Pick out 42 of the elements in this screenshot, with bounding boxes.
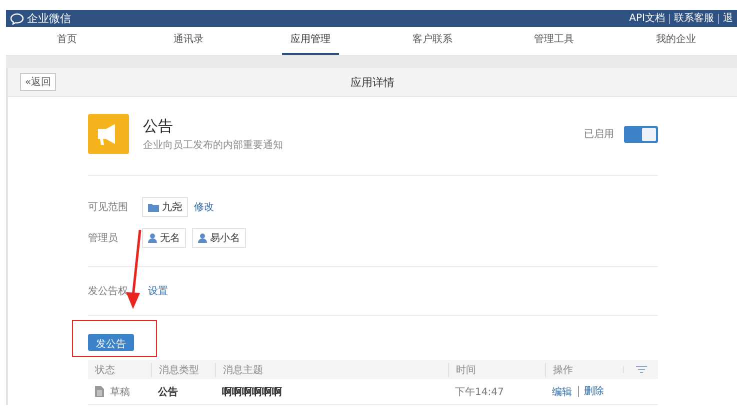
- table-cell-text: 下午14:47: [454, 386, 505, 398]
- back-button[interactable]: «返回: [20, 73, 56, 91]
- tag-chip: 易小名: [192, 228, 246, 248]
- table-cell-text: 啊啊啊啊啊啊: [221, 386, 283, 398]
- panel-title: 应用详情: [350, 74, 394, 90]
- table-cell-text: 公告: [156, 386, 179, 398]
- edit-link[interactable]: 修改: [194, 200, 214, 214]
- chat-bubble-icon: [10, 12, 24, 24]
- tag-chip: 九尧: [142, 197, 188, 217]
- settings-link[interactable]: 设置: [148, 284, 168, 298]
- logo-text: 企业微信: [27, 11, 71, 26]
- nav-tab[interactable]: 管理工具: [525, 27, 584, 55]
- field-label: 可见范围: [88, 200, 129, 214]
- publish-button[interactable]: 发公告: [88, 334, 134, 351]
- field-label: 发公告权: [88, 284, 129, 298]
- column-header: 时间: [448, 362, 545, 376]
- action-link[interactable]: 删除: [578, 386, 604, 397]
- nav-tab[interactable]: 客户联系: [403, 27, 462, 55]
- header-link[interactable]: 联系客服: [669, 14, 718, 24]
- header-link[interactable]: API文档: [625, 14, 669, 24]
- megaphone-icon: [88, 114, 129, 154]
- column-header: 状态: [94, 364, 116, 376]
- action-link[interactable]: 编辑: [552, 384, 572, 398]
- field-label: 管理员: [88, 232, 119, 245]
- header-link[interactable]: 退: [718, 14, 737, 24]
- app-description: 企业向员工发布的内部重要通知: [143, 138, 284, 152]
- folder-icon: [148, 202, 159, 212]
- person-icon: [198, 233, 207, 243]
- document-icon: [95, 386, 104, 397]
- status-label: 已启用: [584, 128, 614, 141]
- nav-tab[interactable]: 我的企业: [647, 27, 705, 55]
- toggle-switch[interactable]: [624, 126, 658, 142]
- column-header: 消息主题: [215, 362, 448, 376]
- column-header: 操作: [545, 362, 623, 376]
- column-header: 消息类型: [151, 362, 215, 376]
- filter-icon[interactable]: [636, 366, 646, 373]
- nav-tab[interactable]: 通讯录: [160, 27, 218, 55]
- table-cell-text: 草稿: [110, 386, 130, 398]
- app-name: 公告: [143, 116, 174, 136]
- person-icon: [148, 233, 157, 243]
- nav-tab[interactable]: 首页: [38, 27, 96, 55]
- tag-chip: 无名: [142, 228, 186, 248]
